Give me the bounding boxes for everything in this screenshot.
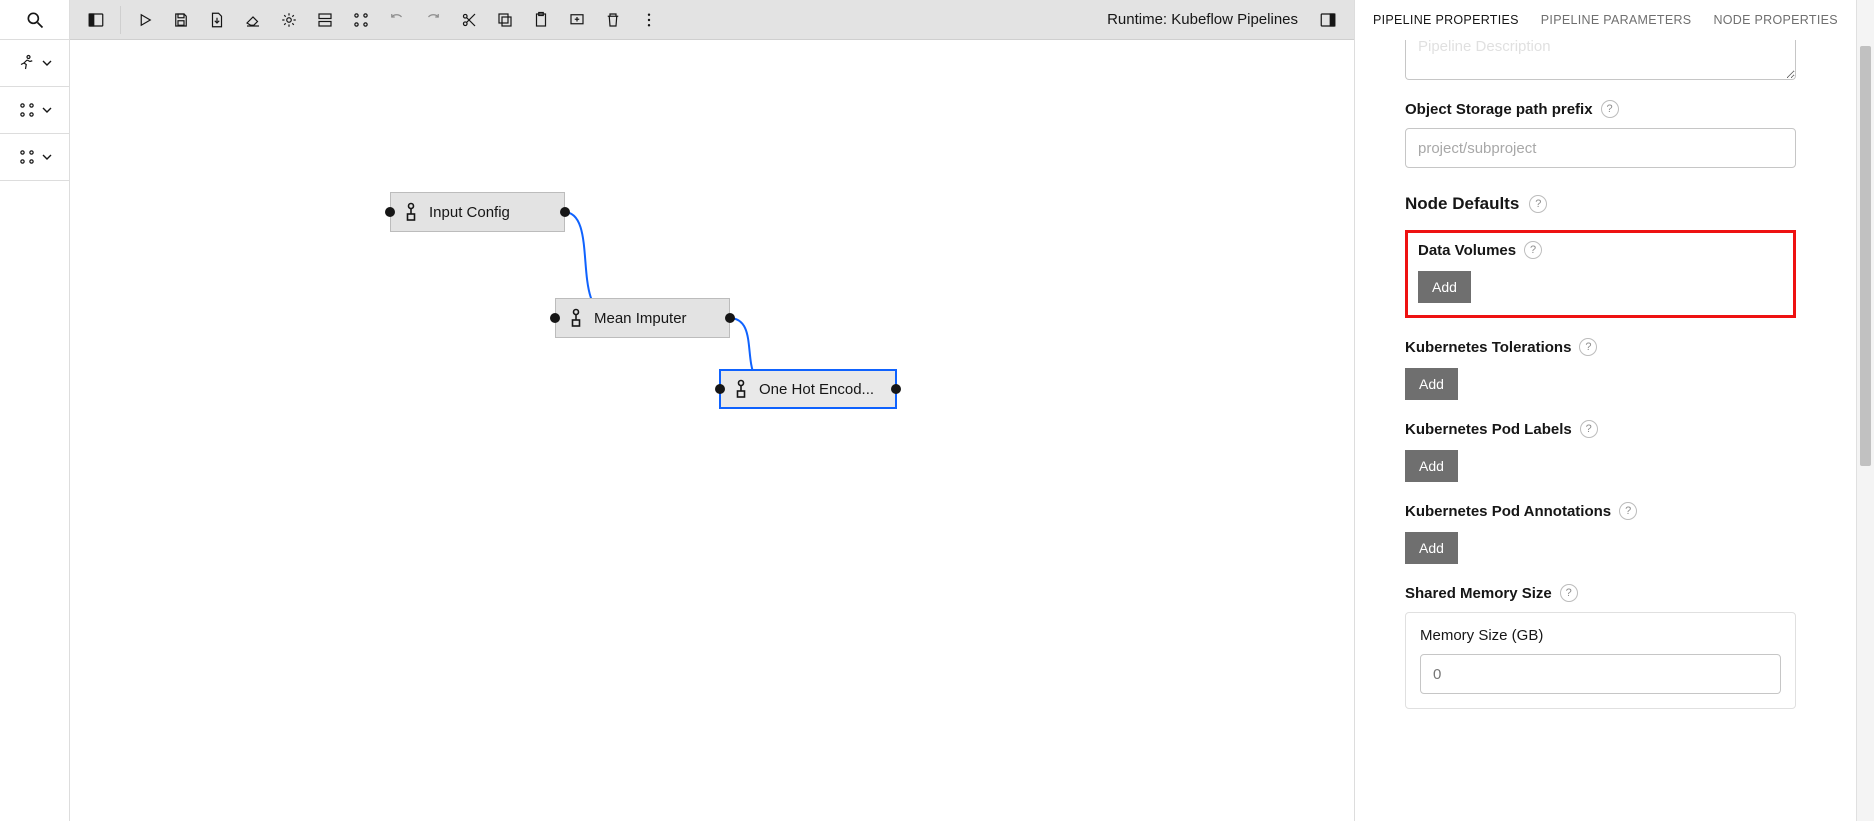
right-panel-tabs: PIPELINE PROPERTIES PIPELINE PARAMETERS … <box>1355 0 1856 40</box>
runner-icon <box>18 54 36 72</box>
section-node-defaults: Node Defaults ? <box>1405 194 1796 214</box>
node-label: Mean Imputer <box>594 310 687 327</box>
nodes-icon <box>18 148 36 166</box>
pipeline-description-input[interactable]: Pipeline Description <box>1405 40 1796 80</box>
tab-pipeline-parameters[interactable]: PIPELINE PARAMETERS <box>1541 13 1692 27</box>
redo-button[interactable] <box>415 2 451 38</box>
object-storage-prefix-input[interactable] <box>1405 128 1796 168</box>
highlight-data-volumes: Data Volumes ? Add <box>1405 230 1796 318</box>
add-comment-button[interactable] <box>559 2 595 38</box>
eraser-icon <box>244 11 262 29</box>
toolbar: Runtime: Kubeflow Pipelines <box>70 0 1354 40</box>
kebab-icon <box>640 11 658 29</box>
pipeline-node-mean-imputer[interactable]: Mean Imputer <box>555 298 730 338</box>
label-data-volumes: Data Volumes ? <box>1418 241 1783 259</box>
node-port-out[interactable] <box>560 207 570 217</box>
delete-button[interactable] <box>595 2 631 38</box>
component-icon <box>733 379 749 399</box>
component-icon <box>403 202 419 222</box>
node-port-out[interactable] <box>725 313 735 323</box>
paste-icon <box>532 11 550 29</box>
toolbar-divider <box>120 6 121 34</box>
sidebar-item-runner[interactable] <box>0 40 69 87</box>
undo-button[interactable] <box>379 2 415 38</box>
stack-icon <box>316 11 334 29</box>
panel-right-icon <box>1319 11 1337 29</box>
node-port-in[interactable] <box>550 313 560 323</box>
help-icon[interactable]: ? <box>1529 195 1547 213</box>
comment-plus-icon <box>568 11 586 29</box>
save-button[interactable] <box>163 2 199 38</box>
node-port-in[interactable] <box>715 384 725 394</box>
help-icon[interactable]: ? <box>1601 100 1619 118</box>
nodes-icon <box>18 101 36 119</box>
label-object-storage-prefix: Object Storage path prefix ? <box>1405 100 1796 118</box>
tab-pipeline-properties[interactable]: PIPELINE PROPERTIES <box>1373 13 1519 27</box>
scrollbar-thumb[interactable] <box>1860 46 1871 466</box>
node-label: One Hot Encod... <box>759 381 874 398</box>
trash-icon <box>604 11 622 29</box>
properties-form: Pipeline Description Object Storage path… <box>1355 40 1856 821</box>
label-shared-memory-size: Shared Memory Size ? <box>1405 584 1796 602</box>
runtime-label: Runtime: Kubeflow Pipelines <box>1107 11 1298 28</box>
pipeline-node-one-hot-encoder[interactable]: One Hot Encod... <box>719 369 897 409</box>
panel-toggle-left-button[interactable] <box>78 2 114 38</box>
copy-button[interactable] <box>487 2 523 38</box>
toolbar-group-main <box>127 2 667 38</box>
search-button[interactable] <box>0 0 69 40</box>
redo-icon <box>424 11 442 29</box>
add-pod-annotation-button[interactable]: Add <box>1405 532 1458 564</box>
panel-left-icon <box>87 11 105 29</box>
right-scrollbar[interactable] <box>1856 0 1874 821</box>
help-icon[interactable]: ? <box>1579 338 1597 356</box>
run-button[interactable] <box>127 2 163 38</box>
memory-size-input[interactable] <box>1420 654 1781 694</box>
component-icon <box>568 308 584 328</box>
shared-memory-group: Memory Size (GB) <box>1405 612 1796 709</box>
settings-button[interactable] <box>271 2 307 38</box>
copy-icon <box>496 11 514 29</box>
export-button[interactable] <box>199 2 235 38</box>
search-icon <box>25 10 45 30</box>
undo-icon <box>388 11 406 29</box>
play-icon <box>136 11 154 29</box>
export-icon <box>208 11 226 29</box>
save-icon <box>172 11 190 29</box>
chevron-down-icon <box>42 152 52 162</box>
cut-button[interactable] <box>451 2 487 38</box>
label-kubernetes-pod-labels: Kubernetes Pod Labels ? <box>1405 420 1796 438</box>
label-kubernetes-tolerations: Kubernetes Tolerations ? <box>1405 338 1796 356</box>
pipeline-canvas[interactable]: Input Config Mean Imputer One Hot Encod.… <box>70 40 1354 821</box>
sidebar-item-palette-2[interactable] <box>0 134 69 181</box>
runtimes-button[interactable] <box>307 2 343 38</box>
sidebar-item-palette-1[interactable] <box>0 87 69 134</box>
node-label: Input Config <box>429 204 510 221</box>
help-icon[interactable]: ? <box>1619 502 1637 520</box>
palette-button[interactable] <box>343 2 379 38</box>
gear-icon <box>280 11 298 29</box>
clear-button[interactable] <box>235 2 271 38</box>
scissors-icon <box>460 11 478 29</box>
help-icon[interactable]: ? <box>1524 241 1542 259</box>
chevron-down-icon <box>42 58 52 68</box>
pipeline-node-input-config[interactable]: Input Config <box>390 192 565 232</box>
panel-toggle-right-button[interactable] <box>1310 2 1346 38</box>
paste-button[interactable] <box>523 2 559 38</box>
right-panel: PIPELINE PROPERTIES PIPELINE PARAMETERS … <box>1354 0 1874 821</box>
add-toleration-button[interactable]: Add <box>1405 368 1458 400</box>
add-data-volume-button[interactable]: Add <box>1418 271 1471 303</box>
help-icon[interactable]: ? <box>1560 584 1578 602</box>
node-port-out[interactable] <box>891 384 901 394</box>
chevron-down-icon <box>42 105 52 115</box>
nodes-icon <box>352 11 370 29</box>
center-column: Runtime: Kubeflow Pipelines Input Config <box>70 0 1354 821</box>
label-memory-size-gb: Memory Size (GB) <box>1420 627 1781 644</box>
label-kubernetes-pod-annotations: Kubernetes Pod Annotations ? <box>1405 502 1796 520</box>
left-rail <box>0 0 70 821</box>
add-pod-label-button[interactable]: Add <box>1405 450 1458 482</box>
tab-node-properties[interactable]: NODE PROPERTIES <box>1713 13 1837 27</box>
node-port-in[interactable] <box>385 207 395 217</box>
overflow-button[interactable] <box>631 2 667 38</box>
help-icon[interactable]: ? <box>1580 420 1598 438</box>
